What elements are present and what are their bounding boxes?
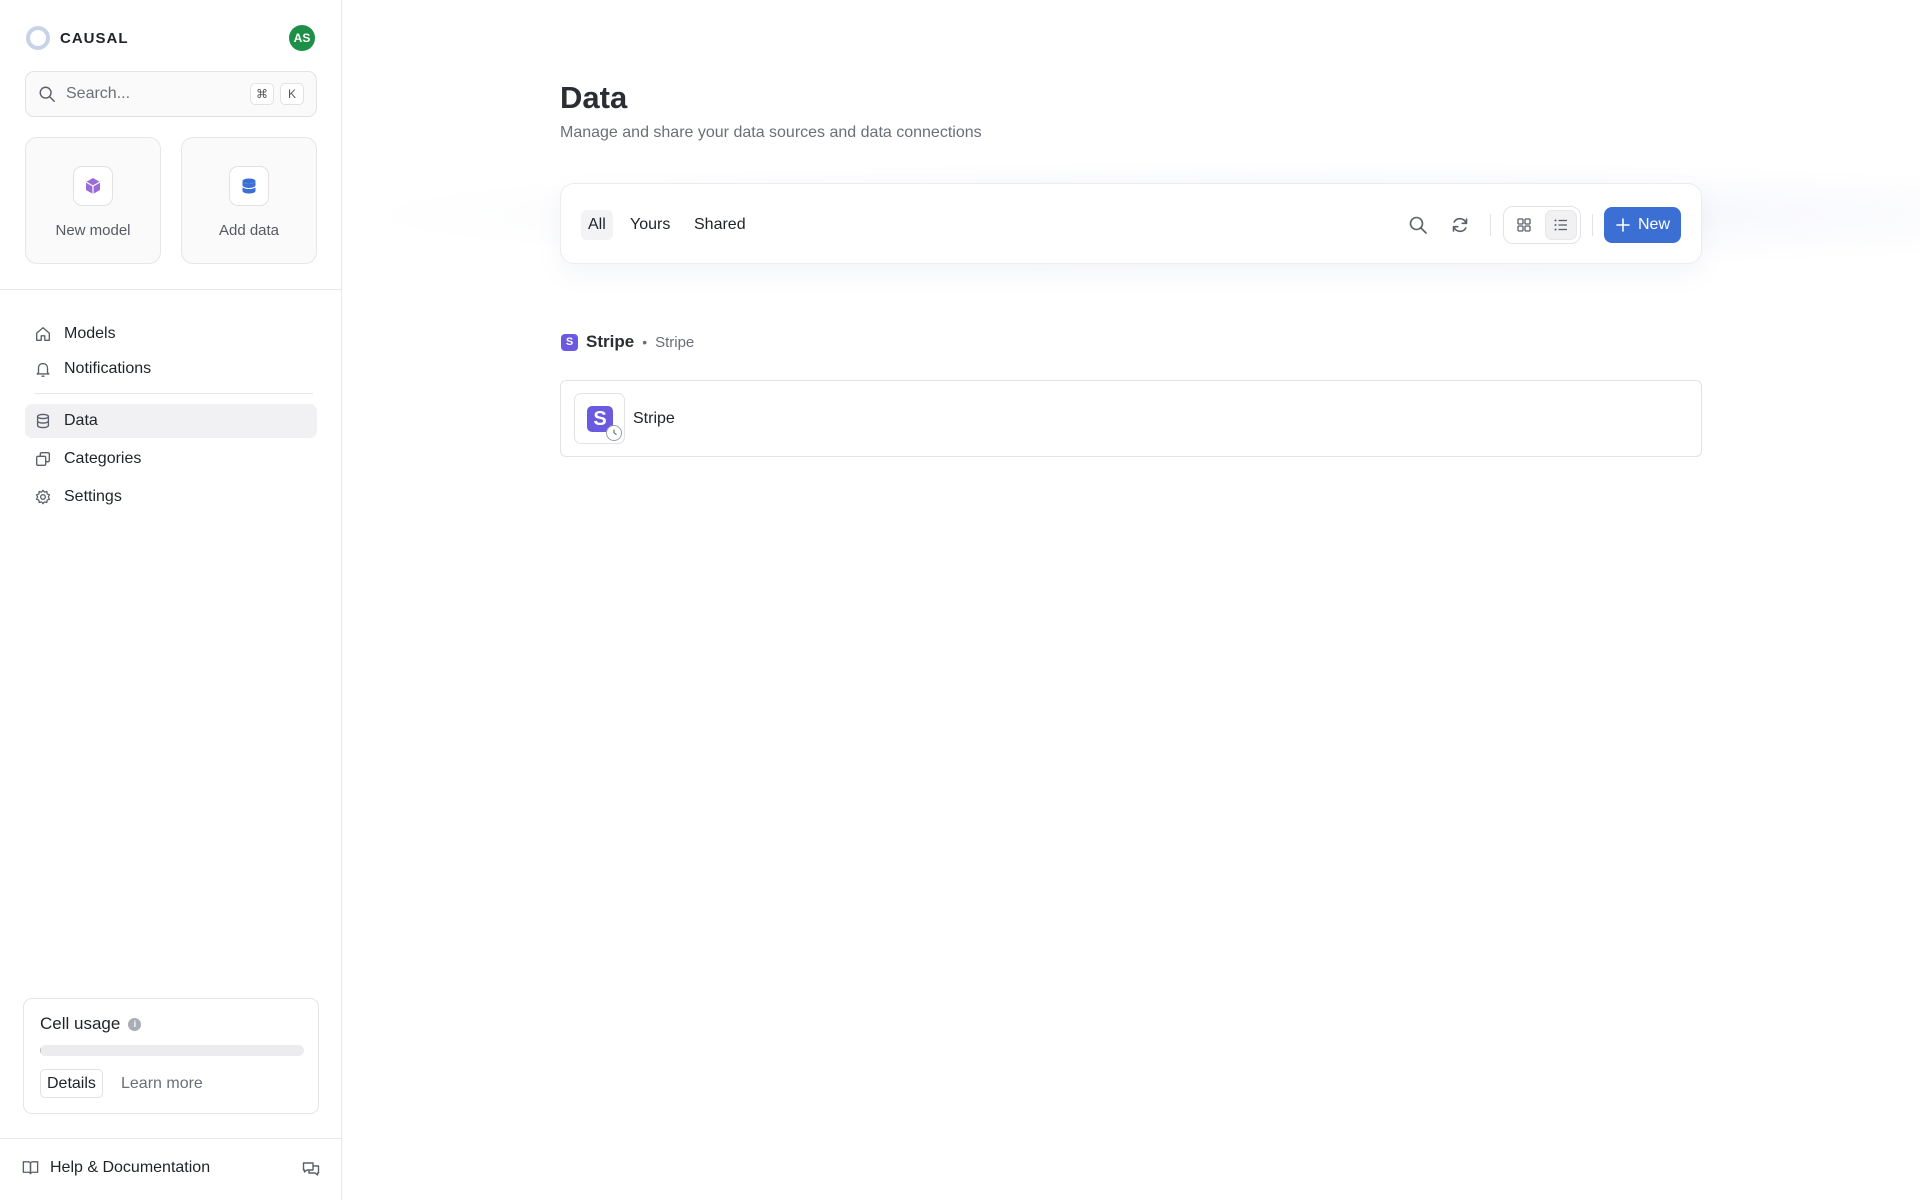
search-icon <box>39 86 55 102</box>
grid-icon <box>1517 218 1531 232</box>
cell-usage-progress <box>40 1045 304 1056</box>
sidebar-item-label: Categories <box>64 450 142 467</box>
list-item-name: Stripe <box>633 410 675 427</box>
toolbar-divider <box>1490 214 1491 236</box>
view-toggle <box>1503 206 1581 244</box>
sidebar-item-label: Models <box>64 325 116 342</box>
group-separator: • <box>642 334 648 350</box>
sidebar-item-label: Data <box>64 412 98 429</box>
sidebar-item-models[interactable]: Models <box>25 317 317 351</box>
brand-logo[interactable]: CAUSAL <box>26 26 129 50</box>
help-documentation-link[interactable]: Help & Documentation <box>21 1158 210 1177</box>
sidebar-item-data[interactable]: Data <box>25 404 317 438</box>
tab-all[interactable]: All <box>581 210 613 240</box>
sidebar-divider <box>0 289 342 290</box>
list-icon <box>1554 219 1567 231</box>
grid-view-button[interactable] <box>1508 210 1540 240</box>
group-source: Stripe <box>655 333 695 351</box>
shortcut-key-k: K <box>280 83 304 105</box>
cube-icon <box>73 166 113 206</box>
new-button[interactable]: New <box>1604 207 1681 243</box>
causal-logo-icon <box>26 26 50 50</box>
new-model-button[interactable]: New model <box>25 137 161 264</box>
gear-icon <box>35 489 51 505</box>
stripe-logo-icon: S <box>561 333 578 351</box>
tab-shared[interactable]: Shared <box>687 210 753 240</box>
page-title: Data <box>560 80 628 115</box>
add-data-button[interactable]: Add data <box>181 137 317 264</box>
cell-usage-title: Cell usage i <box>40 1014 142 1034</box>
search-input[interactable]: Search... ⌘ K <box>25 71 317 117</box>
tab-yours[interactable]: Yours <box>623 210 677 240</box>
details-button[interactable]: Details <box>40 1069 103 1098</box>
data-group-header: S Stripe • Stripe <box>561 332 694 352</box>
copy-icon <box>36 452 50 466</box>
toolbar-divider <box>1592 214 1593 236</box>
info-icon[interactable]: i <box>128 1017 142 1031</box>
cell-usage-card: Cell usage i Details Learn more <box>23 998 319 1114</box>
search-icon[interactable] <box>1408 215 1428 235</box>
chat-icon[interactable] <box>301 1159 321 1179</box>
group-title: Stripe <box>586 332 635 351</box>
database-icon <box>229 166 269 206</box>
page-subtitle: Manage and share your data sources and d… <box>560 124 982 141</box>
sidebar: CAUSAL AS Search... ⌘ K New model Add da… <box>0 0 342 1200</box>
clock-icon <box>606 425 622 441</box>
help-label: Help & Documentation <box>50 1158 211 1176</box>
nav-divider <box>35 393 313 394</box>
add-data-label: Add data <box>218 222 280 239</box>
sidebar-item-notifications[interactable]: Notifications <box>25 352 317 386</box>
book-icon <box>22 1161 39 1175</box>
bell-icon <box>36 362 50 377</box>
database-icon <box>36 413 50 429</box>
sidebar-item-settings[interactable]: Settings <box>25 480 317 514</box>
list-view-button[interactable] <box>1545 210 1577 240</box>
sidebar-item-label: Notifications <box>64 360 152 377</box>
sidebar-item-label: Settings <box>64 488 122 505</box>
plus-icon <box>1616 218 1630 232</box>
filter-toolbar: All Yours Shared New <box>560 183 1702 264</box>
brand-name: CAUSAL <box>60 29 129 47</box>
sidebar-item-categories[interactable]: Categories <box>25 442 317 476</box>
refresh-icon[interactable] <box>1450 215 1470 235</box>
data-source-thumbnail: S <box>574 393 625 444</box>
new-model-label: New model <box>55 222 131 239</box>
home-icon <box>36 327 50 341</box>
new-button-label: New <box>1637 216 1670 233</box>
shortcut-key-cmd: ⌘ <box>250 83 274 105</box>
user-avatar[interactable]: AS <box>289 25 315 51</box>
footer-divider <box>0 1138 342 1139</box>
learn-more-link[interactable]: Learn more <box>121 1075 203 1093</box>
cell-usage-progress-fill <box>40 1045 42 1056</box>
cell-usage-label: Cell usage <box>40 1014 121 1033</box>
search-placeholder: Search... <box>66 85 131 102</box>
list-item[interactable]: S Stripe <box>560 380 1702 457</box>
